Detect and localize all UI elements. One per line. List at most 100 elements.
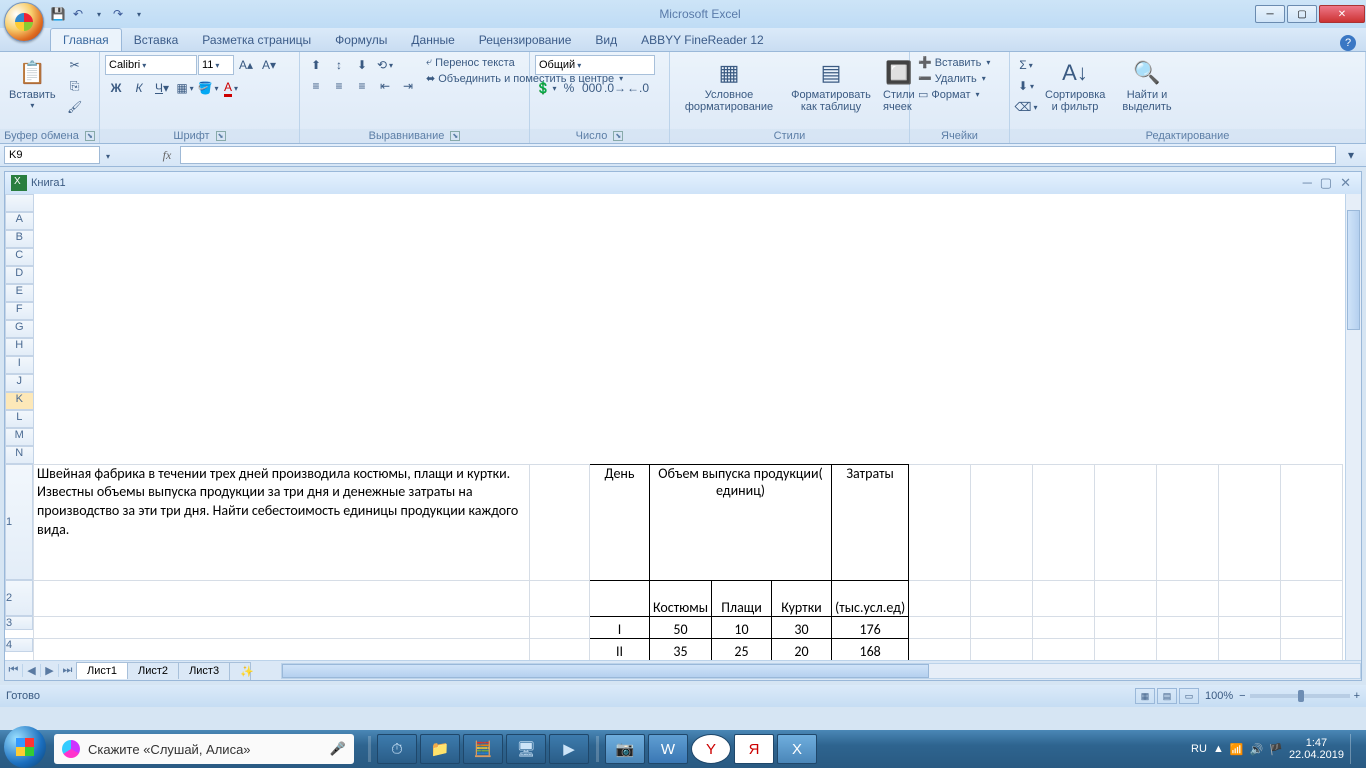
taskbar-word[interactable]: W — [648, 734, 688, 764]
cell-C1[interactable]: День — [590, 464, 650, 580]
help-icon[interactable]: ? — [1340, 35, 1356, 51]
formula-input[interactable] — [180, 146, 1336, 164]
clipboard-launcher[interactable]: ⬊ — [85, 131, 95, 141]
percent-icon[interactable]: % — [558, 78, 580, 98]
spreadsheet-grid[interactable]: A B C D E F G H I J K L M N 1 Швейная фа… — [5, 194, 1361, 660]
format-as-table-button[interactable]: ▤Форматировать как таблицу — [787, 55, 875, 115]
increase-decimal-icon[interactable]: .0→ — [604, 78, 626, 98]
insert-cells-button[interactable]: ➕Вставить — [915, 55, 993, 70]
orientation-icon[interactable]: ⟲ — [374, 55, 396, 75]
cell-G1[interactable]: Затраты — [832, 464, 909, 580]
align-bottom-icon[interactable]: ⬇ — [351, 55, 373, 75]
row-header[interactable]: 4 — [5, 638, 33, 652]
sheet-tab[interactable]: Лист1 — [76, 662, 128, 679]
tab-formulas[interactable]: Формулы — [323, 29, 399, 51]
cell-F2[interactable]: Куртки — [772, 580, 832, 616]
align-center-icon[interactable]: ≡ — [328, 76, 350, 96]
cell-E2[interactable]: Плащи — [712, 580, 772, 616]
view-break-icon[interactable]: ▭ — [1179, 688, 1199, 704]
col-header[interactable]: I — [5, 356, 34, 374]
font-name-picker[interactable]: Calibri — [105, 55, 197, 75]
find-select-button[interactable]: 🔍Найти и выделить — [1113, 55, 1181, 115]
horizontal-scrollbar[interactable] — [281, 663, 1361, 679]
redo-icon[interactable]: ↷ — [110, 6, 126, 22]
align-middle-icon[interactable]: ↕ — [328, 55, 350, 75]
col-header[interactable]: K — [5, 392, 34, 410]
col-header[interactable]: J — [5, 374, 34, 392]
cell-A1[interactable]: Швейная фабрика в течении трех дней прои… — [34, 464, 530, 580]
taskbar-excel[interactable]: X — [777, 734, 817, 764]
select-all-corner[interactable] — [5, 194, 34, 212]
col-header[interactable]: D — [5, 266, 34, 284]
lang-indicator[interactable]: RU — [1191, 743, 1207, 755]
bold-button[interactable]: Ж — [105, 78, 127, 98]
network-icon[interactable]: 📶 — [1230, 743, 1244, 756]
col-header[interactable]: M — [5, 428, 34, 446]
col-header[interactable]: A — [5, 212, 34, 230]
taskbar-yandex2[interactable]: Я — [734, 734, 774, 764]
format-painter-icon[interactable]: 🖌 — [64, 97, 86, 117]
tab-layout[interactable]: Разметка страницы — [190, 29, 323, 51]
font-color-button[interactable]: A — [220, 78, 242, 98]
vertical-scrollbar[interactable] — [1345, 194, 1361, 660]
col-header[interactable]: C — [5, 248, 34, 266]
tray-icon[interactable]: ▲ — [1213, 743, 1224, 755]
close-button[interactable]: ✕ — [1319, 5, 1365, 23]
tab-view[interactable]: Вид — [583, 29, 629, 51]
zoom-slider[interactable] — [1250, 694, 1350, 698]
number-format-picker[interactable]: Общий — [535, 55, 655, 75]
sheet-tab[interactable]: Лист3 — [178, 662, 230, 679]
number-launcher[interactable]: ⬊ — [613, 131, 623, 141]
taskbar-app[interactable]: 📁 — [420, 734, 460, 764]
col-header[interactable]: H — [5, 338, 34, 356]
sheet-nav-first[interactable]: ⏮ — [5, 664, 23, 677]
indent-dec-icon[interactable]: ⇤ — [374, 76, 396, 96]
view-normal-icon[interactable]: ▦ — [1135, 688, 1155, 704]
maximize-button[interactable]: ▢ — [1287, 5, 1317, 23]
sheet-nav-prev[interactable]: ◀ — [23, 664, 41, 677]
align-right-icon[interactable]: ≡ — [351, 76, 373, 96]
align-top-icon[interactable]: ⬆ — [305, 55, 327, 75]
tab-home[interactable]: Главная — [50, 28, 122, 51]
zoom-level[interactable]: 100% — [1205, 690, 1233, 702]
italic-button[interactable]: К — [128, 78, 150, 98]
align-left-icon[interactable]: ≡ — [305, 76, 327, 96]
wb-minimize[interactable]: ─ — [1303, 175, 1312, 191]
taskbar-yandex[interactable]: Y — [691, 734, 731, 764]
autosum-icon[interactable]: Σ — [1015, 55, 1037, 75]
decrease-decimal-icon[interactable]: ←.0 — [627, 78, 649, 98]
indent-inc-icon[interactable]: ⇥ — [397, 76, 419, 96]
col-header[interactable]: E — [5, 284, 34, 302]
cell-D2[interactable]: Костюмы — [650, 580, 712, 616]
minimize-button[interactable]: ─ — [1255, 5, 1285, 23]
row-header[interactable]: 1 — [5, 464, 33, 580]
copy-icon[interactable]: ⎘ — [64, 76, 86, 96]
alice-searchbox[interactable]: Скажите «Слушай, Алиса» 🎤 — [54, 734, 354, 764]
expand-formula-bar[interactable]: ▾ — [1340, 145, 1362, 165]
mic-icon[interactable]: 🎤 — [330, 741, 346, 757]
taskbar-app[interactable]: 🧮 — [463, 734, 503, 764]
border-button[interactable]: ▦ — [174, 78, 196, 98]
clear-icon[interactable]: ⌫ — [1015, 97, 1037, 117]
conditional-formatting-button[interactable]: ▦Условное форматирование — [675, 55, 783, 115]
zoom-out-icon[interactable]: − — [1239, 690, 1245, 702]
col-header[interactable]: N — [5, 446, 34, 464]
cell-G2[interactable]: (тыс.усл.ед) — [832, 580, 909, 616]
fx-icon[interactable]: fx — [158, 146, 176, 164]
taskbar-app[interactable]: ⏱ — [377, 734, 417, 764]
zoom-in-icon[interactable]: + — [1354, 690, 1360, 702]
sheet-nav-last[interactable]: ⏭ — [59, 664, 77, 677]
comma-icon[interactable]: 000 — [581, 78, 603, 98]
volume-icon[interactable]: 🔊 — [1250, 743, 1264, 756]
grow-font-icon[interactable]: A▴ — [235, 55, 257, 75]
alignment-launcher[interactable]: ⬊ — [450, 131, 460, 141]
format-cells-button[interactable]: ▭Формат — [915, 87, 983, 102]
cell-D1[interactable]: Объем выпуска продукции( единиц) — [650, 464, 832, 580]
col-header[interactable]: B — [5, 230, 34, 248]
qat-customize[interactable] — [130, 6, 146, 22]
underline-button[interactable]: Ч▾ — [151, 78, 173, 98]
shrink-font-icon[interactable]: A▾ — [258, 55, 280, 75]
tab-data[interactable]: Данные — [399, 29, 466, 51]
delete-cells-button[interactable]: ➖Удалить — [915, 71, 989, 86]
taskbar-app[interactable]: 🖥 — [506, 734, 546, 764]
